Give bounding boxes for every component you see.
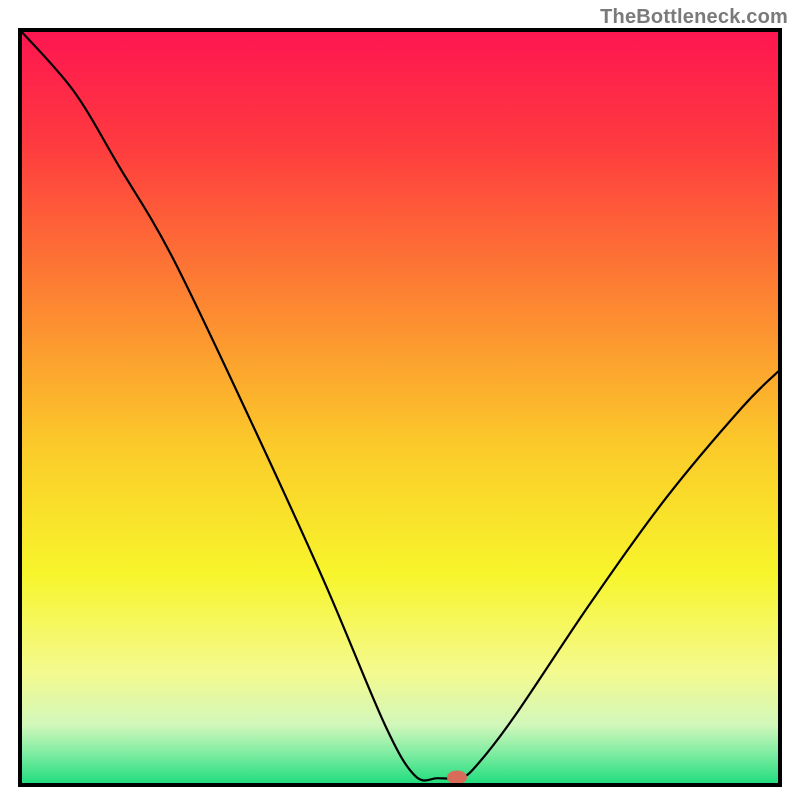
chart-container: TheBottleneck.com (0, 0, 800, 800)
optimal-point-marker (447, 770, 467, 784)
gradient-background (20, 30, 780, 785)
bottleneck-chart (0, 0, 800, 800)
attribution-text: TheBottleneck.com (600, 6, 788, 29)
